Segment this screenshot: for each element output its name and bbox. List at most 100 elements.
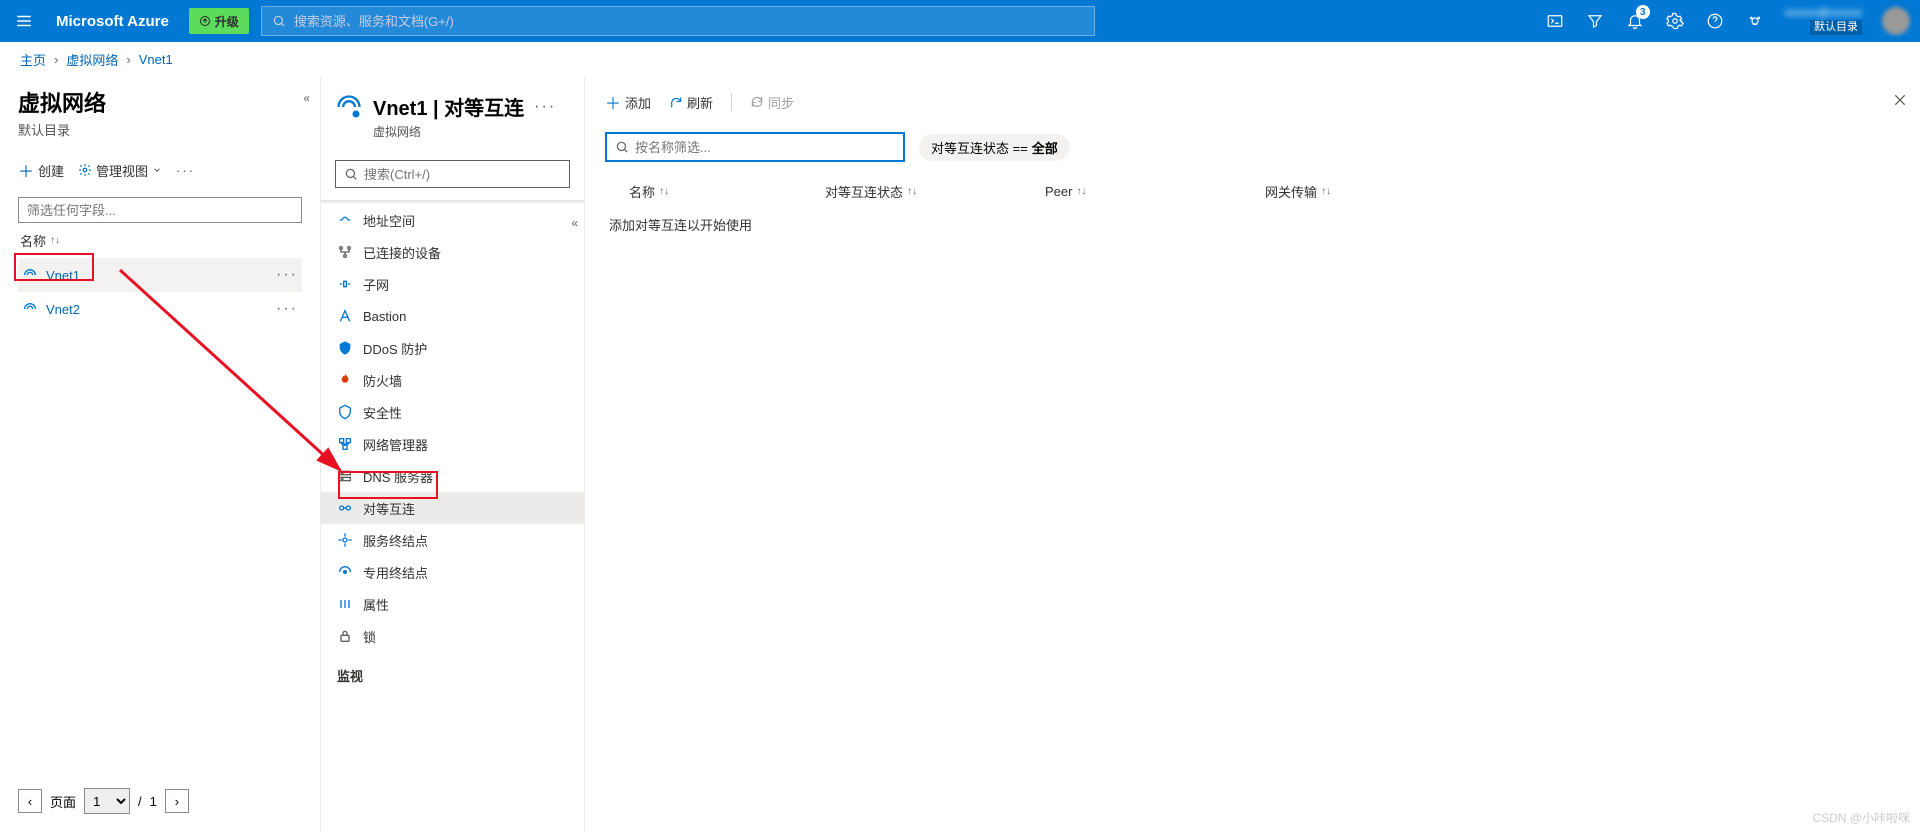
help-button[interactable]: [1695, 0, 1735, 42]
add-button[interactable]: ＋添加: [605, 90, 651, 114]
breadcrumb-home[interactable]: 主页: [20, 50, 46, 69]
nav-item-properties[interactable]: 属性: [321, 588, 584, 620]
empty-state: 添加对等互连以开始使用: [605, 205, 1900, 234]
breadcrumb-vnet1[interactable]: Vnet1: [139, 52, 173, 67]
nav-item-dns[interactable]: DNS 服务器: [321, 460, 584, 492]
sort-icon: ↑↓: [1076, 186, 1086, 197]
sync-button: 同步: [750, 93, 794, 112]
firewall-icon: [337, 372, 353, 388]
address-space-icon: [337, 212, 353, 228]
col-status[interactable]: 对等互连状态↑↓: [825, 182, 1045, 201]
nav-item-label: 对等互连: [363, 499, 415, 518]
global-search-input[interactable]: [294, 14, 1084, 29]
nav-item-connected-devices[interactable]: 已连接的设备: [321, 236, 584, 268]
top-bar: Microsoft Azure 升级 3 xxxxxx@xxxxxx 默认目录: [0, 0, 1920, 42]
filter-icon: [1586, 12, 1604, 30]
page-select[interactable]: 1: [84, 788, 130, 814]
account-menu[interactable]: xxxxxx@xxxxxx 默认目录: [1775, 7, 1872, 35]
subnet-icon: [337, 276, 353, 292]
breadcrumb-vnets[interactable]: 虚拟网络: [66, 50, 118, 69]
nav-item-subnet[interactable]: 子网: [321, 268, 584, 300]
hamburger-menu[interactable]: [0, 0, 48, 42]
col-gateway[interactable]: 网关传输↑↓: [1265, 182, 1385, 201]
list-item-link[interactable]: Vnet1: [46, 268, 80, 283]
nav-item-label: 专用终结点: [363, 563, 428, 582]
peering-pane: ＋添加 刷新 同步 对等互连状态 == 全部 名称↑↓ 对等互连状态: [585, 76, 1920, 832]
user-email: xxxxxx@xxxxxx: [1785, 7, 1862, 20]
close-button[interactable]: [1892, 92, 1908, 113]
status-filter-pill[interactable]: 对等互连状态 == 全部: [919, 134, 1070, 161]
page-label: 页面: [50, 792, 76, 811]
nav-item-private-endpoint[interactable]: 专用终结点: [321, 556, 584, 588]
list-toolbar: ＋创建 管理视图 ···: [18, 155, 302, 185]
help-icon: [1706, 12, 1724, 30]
nav-item-service-endpoint[interactable]: 服务终结点: [321, 524, 584, 556]
upgrade-button[interactable]: 升级: [189, 8, 249, 34]
properties-icon: [337, 596, 353, 612]
row-more-button[interactable]: ···: [276, 266, 298, 284]
notifications-button[interactable]: 3: [1615, 0, 1655, 42]
nav-item-label: DDoS 防护: [363, 339, 427, 358]
gear-icon: [78, 163, 92, 177]
search-icon: [615, 140, 629, 154]
nav-item-security[interactable]: 安全性: [321, 396, 584, 428]
collapse-button[interactable]: «: [303, 91, 310, 105]
cloud-shell-button[interactable]: [1535, 0, 1575, 42]
directory-filter-button[interactable]: [1575, 0, 1615, 42]
list-title: 虚拟网络: [18, 86, 302, 118]
nav-item-address-space[interactable]: 地址空间: [321, 204, 584, 236]
vnet-resource-icon: [335, 93, 363, 121]
nav-item-label: DNS 服务器: [363, 467, 433, 486]
nav-item-label: 属性: [363, 595, 389, 614]
sort-icon: ↑↓: [907, 186, 917, 197]
nav-item-label: 安全性: [363, 403, 402, 422]
refresh-button[interactable]: 刷新: [669, 93, 713, 112]
title-more-button[interactable]: ···: [534, 98, 556, 116]
notification-badge: 3: [1636, 5, 1650, 19]
avatar[interactable]: [1882, 7, 1910, 35]
global-search[interactable]: [261, 6, 1095, 36]
list-item[interactable]: Vnet1 ···: [18, 258, 302, 292]
dns-icon: [337, 468, 353, 484]
list-item-link[interactable]: Vnet2: [46, 302, 80, 317]
brand-label[interactable]: Microsoft Azure: [48, 13, 177, 30]
nav-item-label: 锁: [363, 627, 376, 646]
peering-icon: [337, 500, 353, 516]
sort-icon: ↑↓: [659, 186, 669, 197]
bastion-icon: [337, 308, 353, 324]
settings-button[interactable]: [1655, 0, 1695, 42]
private-endpoint-icon: [337, 564, 353, 580]
list-filter-input[interactable]: [18, 197, 302, 223]
chevron-right-icon: ›: [54, 52, 58, 67]
next-page-button[interactable]: ›: [165, 789, 189, 813]
more-button[interactable]: ···: [176, 163, 195, 178]
create-button[interactable]: ＋创建: [18, 158, 64, 182]
list-item[interactable]: Vnet2 ···: [18, 292, 302, 326]
pager: ‹ 页面 1 / 1 ›: [18, 788, 189, 814]
watermark: CSDN @小咔啦咪: [1812, 809, 1910, 826]
nav-item-network-manager[interactable]: 网络管理器: [321, 428, 584, 460]
nav-search[interactable]: [335, 160, 570, 188]
nav-search-input[interactable]: [364, 167, 561, 182]
vnet-icon: [22, 267, 38, 283]
nav-item-lock[interactable]: 锁: [321, 620, 584, 652]
name-filter[interactable]: [605, 132, 905, 162]
connected-devices-icon: [337, 244, 353, 260]
nav-item-firewall[interactable]: 防火墙: [321, 364, 584, 396]
name-filter-input[interactable]: [635, 140, 895, 155]
nav-item-peering[interactable]: 对等互连: [321, 492, 584, 524]
prev-page-button[interactable]: ‹: [18, 789, 42, 813]
col-peer[interactable]: Peer↑↓: [1045, 182, 1265, 201]
row-more-button[interactable]: ···: [276, 300, 298, 318]
list-subtitle: 默认目录: [18, 120, 302, 139]
nav-item-label: 防火墙: [363, 371, 402, 390]
manage-view-button[interactable]: 管理视图: [78, 161, 162, 180]
col-name[interactable]: 名称↑↓: [605, 182, 825, 201]
nav-item-bastion[interactable]: Bastion: [321, 300, 584, 332]
nav-item-ddos[interactable]: DDoS 防护: [321, 332, 584, 364]
column-header-name[interactable]: 名称 ↑↓: [18, 223, 302, 258]
nav-item-label: 地址空间: [363, 211, 415, 230]
feedback-icon: [1746, 12, 1764, 30]
sort-icon: ↑↓: [50, 235, 60, 246]
feedback-button[interactable]: [1735, 0, 1775, 42]
